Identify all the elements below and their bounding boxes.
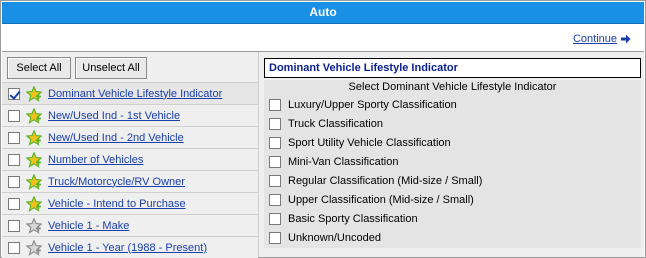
detail-options-box: Select Dominant Vehicle Lifestyle Indica…	[264, 80, 641, 248]
option-row: Basic Sporty Classification	[269, 211, 418, 227]
option-label: Luxury/Upper Sporty Classification	[288, 99, 457, 111]
unselect-all-button[interactable]: Unselect All	[75, 57, 147, 79]
option-checkbox[interactable]	[269, 232, 281, 244]
variable-link[interactable]: Vehicle 1 - Year (1988 - Present)	[48, 242, 207, 254]
selection-toolbar: Select All Unselect All	[2, 52, 258, 82]
variable-row: Number of Vehicles	[2, 148, 258, 170]
window-title: Auto	[2, 2, 644, 24]
option-label: Mini-Van Classification	[288, 156, 399, 168]
variable-row: Vehicle 1 - Make	[2, 214, 258, 236]
option-row: Mini-Van Classification	[269, 154, 398, 170]
variable-link[interactable]: Dominant Vehicle Lifestyle Indicator	[48, 88, 222, 100]
variable-link[interactable]: New/Used Ind - 2nd Vehicle	[48, 132, 184, 144]
variable-checkbox[interactable]	[8, 109, 20, 122]
option-checkbox[interactable]	[269, 156, 281, 168]
variable-link[interactable]: Truck/Motorcycle/RV Owner	[48, 176, 185, 188]
continue-link[interactable]: Continue	[573, 33, 617, 45]
star-green-icon[interactable]	[25, 106, 43, 124]
star-green-icon[interactable]	[25, 172, 43, 190]
variable-list-panel: Select All Unselect All Dominant Vehicle…	[2, 52, 258, 258]
option-checkbox[interactable]	[269, 194, 281, 206]
auto-window: Auto Continue Select All Unselect All Do…	[0, 0, 646, 258]
variable-row: Vehicle 1 - Year (1988 - Present)	[2, 236, 258, 258]
option-row: Luxury/Upper Sporty Classification	[269, 97, 457, 113]
option-checkbox[interactable]	[269, 175, 281, 187]
variable-checkbox[interactable]	[8, 219, 20, 232]
option-row: Upper Classification (Mid-size / Small)	[269, 192, 474, 208]
star-gray-icon[interactable]	[25, 238, 43, 256]
variable-link[interactable]: New/Used Ind - 1st Vehicle	[48, 110, 180, 122]
select-all-button[interactable]: Select All	[7, 57, 71, 79]
option-label: Basic Sporty Classification	[288, 213, 418, 225]
option-row: Truck Classification	[269, 116, 383, 132]
option-row: Sport Utility Vehicle Classification	[269, 135, 451, 151]
option-row: Regular Classification (Mid-size / Small…	[269, 173, 482, 189]
detail-subtitle: Select Dominant Vehicle Lifestyle Indica…	[348, 81, 557, 93]
option-checkbox[interactable]	[269, 99, 281, 111]
variable-checkbox[interactable]	[8, 87, 20, 100]
option-checkbox[interactable]	[269, 118, 281, 130]
variable-row: New/Used Ind - 1st Vehicle	[2, 104, 258, 126]
variable-checkbox[interactable]	[8, 175, 20, 188]
variable-checkbox[interactable]	[8, 131, 20, 144]
star-green-icon[interactable]	[25, 128, 43, 146]
star-green-icon[interactable]	[25, 150, 43, 168]
detail-title: Dominant Vehicle Lifestyle Indicator	[264, 58, 641, 78]
option-label: Sport Utility Vehicle Classification	[288, 137, 451, 149]
variable-row: Dominant Vehicle Lifestyle Indicator	[2, 82, 258, 104]
detail-panel: Dominant Vehicle Lifestyle Indicator Sel…	[258, 52, 644, 257]
variable-link[interactable]: Vehicle - Intend to Purchase	[48, 198, 186, 210]
variable-row: Truck/Motorcycle/RV Owner	[2, 170, 258, 192]
option-checkbox[interactable]	[269, 213, 281, 225]
variable-list: Dominant Vehicle Lifestyle Indicator New/…	[2, 82, 258, 258]
option-label: Regular Classification (Mid-size / Small…	[288, 175, 483, 187]
star-green-icon[interactable]	[25, 84, 43, 102]
variable-checkbox[interactable]	[8, 197, 20, 210]
variable-row: New/Used Ind - 2nd Vehicle	[2, 126, 258, 148]
variable-row: Vehicle - Intend to Purchase	[2, 192, 258, 214]
variable-link[interactable]: Vehicle 1 - Make	[48, 220, 129, 232]
option-label: Unknown/Uncoded	[288, 232, 381, 244]
option-checkbox[interactable]	[269, 137, 281, 149]
variable-checkbox[interactable]	[8, 241, 20, 254]
option-label: Upper Classification (Mid-size / Small)	[288, 194, 474, 206]
variable-link[interactable]: Number of Vehicles	[48, 154, 143, 166]
option-row: Unknown/Uncoded	[269, 230, 381, 246]
star-gray-icon[interactable]	[25, 216, 43, 234]
variable-checkbox[interactable]	[8, 153, 20, 166]
star-green-icon[interactable]	[25, 194, 43, 212]
arrow-right-icon[interactable]	[621, 34, 631, 44]
option-label: Truck Classification	[288, 118, 383, 130]
continue-nav: Continue	[573, 31, 631, 47]
